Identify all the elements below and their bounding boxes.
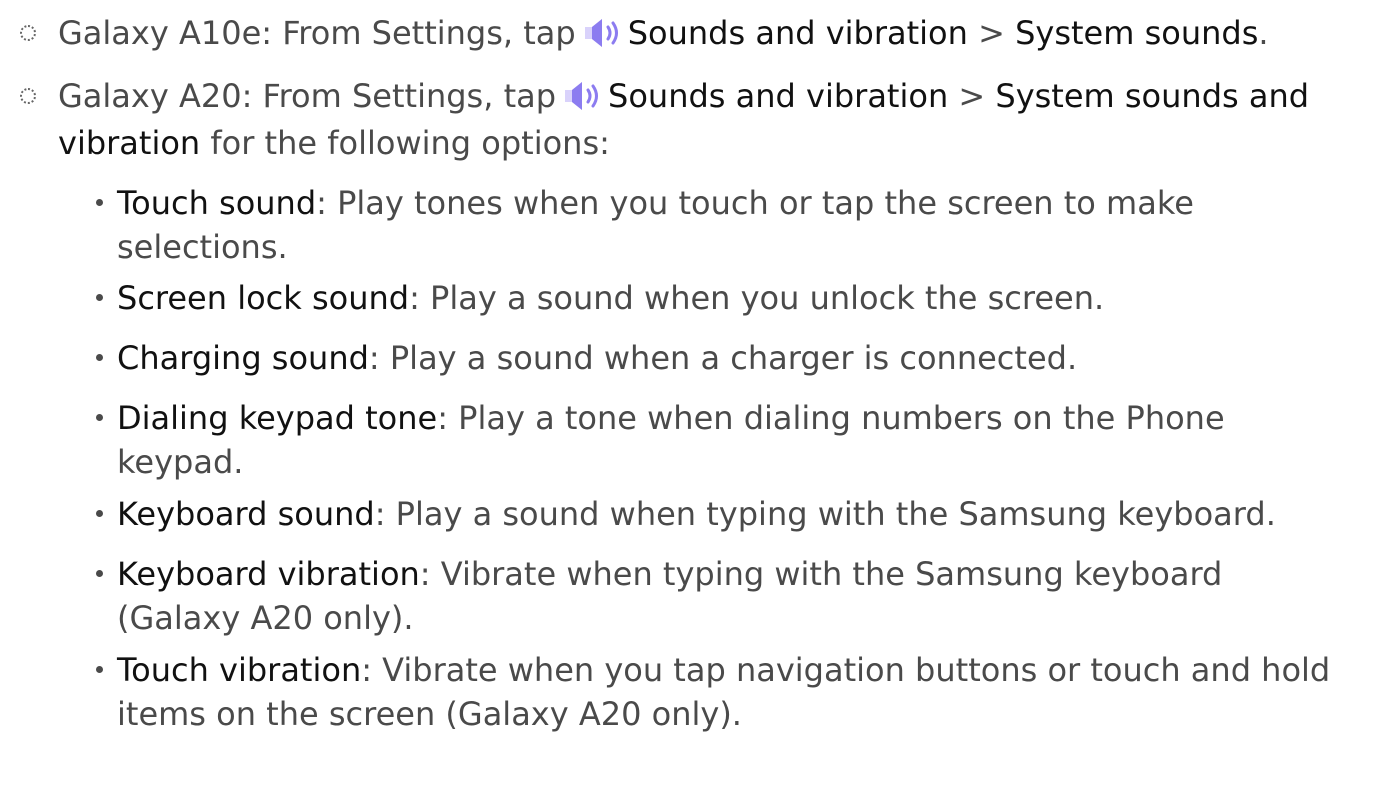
menu-path-vibration: vibration (58, 124, 201, 162)
bullet-dot-icon (96, 570, 103, 577)
option-term: Dialing keypad tone (117, 399, 438, 437)
option-desc: : Play tones when you touch or tap the s… (316, 184, 1194, 222)
speaker-volume-icon (584, 19, 618, 47)
option-desc-cont: selections. (117, 228, 288, 266)
option-dialing-keypad-tone-cont: keypad. (117, 440, 1387, 484)
document-page: Galaxy A10e: From Settings, tap Sounds a… (0, 0, 1396, 799)
menu-path-sounds-and-vibration: Sounds and vibration (627, 14, 968, 52)
path-separator: > (967, 14, 1016, 52)
circle-bullet-icon (20, 25, 36, 41)
circle-bullet-icon (20, 88, 36, 104)
item-prefix: Galaxy A10e: From Settings, tap (58, 14, 576, 52)
menu-path-system-sounds-and-vibration: System sounds and (995, 77, 1310, 115)
option-desc: : Vibrate when typing with the Samsung k… (419, 555, 1223, 593)
list-item-a20-continued: vibration for the following options: (58, 117, 1378, 169)
bullet-dot-icon (96, 294, 103, 301)
list-item-a10e: Galaxy A10e: From Settings, tap Sounds a… (58, 7, 1378, 59)
bullet-dot-icon (96, 199, 103, 206)
option-term: Touch vibration (117, 651, 362, 689)
option-term: Keyboard sound (117, 495, 375, 533)
option-desc-cont: (Galaxy A20 only). (117, 599, 414, 637)
option-dialing-keypad-tone: Dialing keypad tone: Play a tone when di… (117, 396, 1387, 440)
option-keyboard-vibration-cont: (Galaxy A20 only). (117, 596, 1387, 640)
option-term: Keyboard vibration (117, 555, 420, 593)
item-end: . (1258, 14, 1269, 52)
bullet-dot-icon (96, 666, 103, 673)
option-touch-vibration-cont: items on the screen (Galaxy A20 only). (117, 692, 1387, 736)
option-screen-lock-sound: Screen lock sound: Play a sound when you… (117, 276, 1387, 320)
item-end: for the following options: (200, 124, 610, 162)
option-desc: : Play a sound when a charger is connect… (368, 339, 1078, 377)
item-prefix: Galaxy A20: From Settings, tap (58, 77, 557, 115)
option-desc: : Play a tone when dialing numbers on th… (437, 399, 1225, 437)
option-touch-sound-cont: selections. (117, 225, 1387, 269)
option-term: Touch sound (117, 184, 317, 222)
bullet-dot-icon (96, 354, 103, 361)
option-term: Screen lock sound (117, 279, 410, 317)
list-item-a20: Galaxy A20: From Settings, tap Sounds an… (58, 70, 1378, 122)
bullet-dot-icon (96, 414, 103, 421)
option-keyboard-sound: Keyboard sound: Play a sound when typing… (117, 492, 1387, 536)
option-touch-sound: Touch sound: Play tones when you touch o… (117, 181, 1387, 225)
bullet-dot-icon (96, 510, 103, 517)
option-term: Charging sound (117, 339, 369, 377)
option-charging-sound: Charging sound: Play a sound when a char… (117, 336, 1387, 380)
option-desc: : Vibrate when you tap navigation button… (361, 651, 1331, 689)
option-touch-vibration: Touch vibration: Vibrate when you tap na… (117, 648, 1387, 692)
menu-path-system-sounds: System sounds (1015, 14, 1259, 52)
option-keyboard-vibration: Keyboard vibration: Vibrate when typing … (117, 552, 1387, 596)
speaker-volume-icon (565, 82, 599, 110)
path-separator: > (948, 77, 996, 115)
option-desc-cont: keypad. (117, 443, 244, 481)
option-desc-cont: items on the screen (Galaxy A20 only). (117, 695, 742, 733)
menu-path-sounds-and-vibration: Sounds and vibration (608, 77, 949, 115)
option-desc: : Play a sound when you unlock the scree… (409, 279, 1105, 317)
option-desc: : Play a sound when typing with the Sams… (374, 495, 1276, 533)
